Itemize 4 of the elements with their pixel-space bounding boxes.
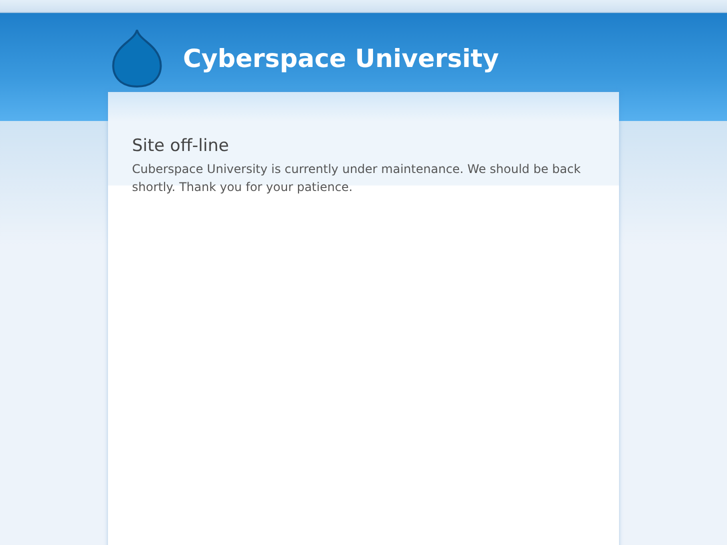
page-title: Site off-line [132,136,230,156]
site-name[interactable]: Cyberspace University [183,44,499,72]
maintenance-message: Cuberspace University is currently under maintenance. We should be back shortly. Thank you for your patience. [132,161,582,196]
drop-logo-icon [109,28,165,88]
